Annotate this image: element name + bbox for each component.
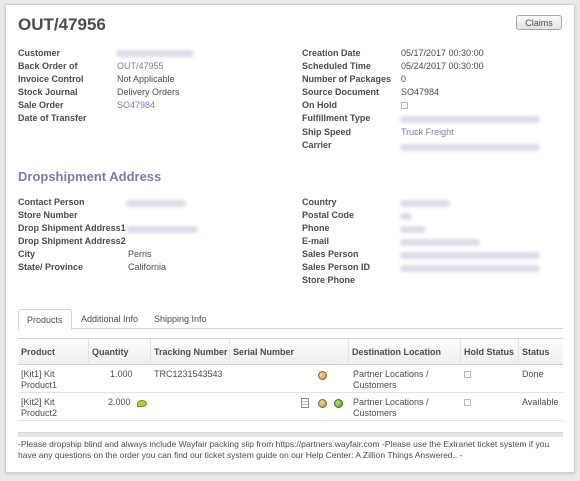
row-quantity: 2.000 [108, 397, 131, 407]
table-row[interactable]: [Kit2] Kit Product2 2.000 Partner Locati… [18, 394, 563, 421]
fulfillment-type-label: Fulfillment Type [302, 113, 371, 123]
country-value-redacted [400, 200, 450, 207]
address1-value-redacted [126, 226, 198, 233]
row-hold-checkbox[interactable] [464, 369, 471, 380]
city-value: Perris [128, 249, 152, 259]
back-order-link[interactable]: OUT/47955 [117, 61, 164, 71]
row-status: Done [522, 369, 544, 379]
back-order-label: Back Order of [18, 61, 78, 71]
row-tracking-number: TRC1231543543 [154, 369, 223, 379]
col-tracking-number[interactable]: Tracking Number [150, 339, 229, 365]
postal-code-value-redacted [400, 213, 412, 220]
sale-order-link[interactable]: SO47984 [117, 100, 155, 110]
lot-leaf-icon[interactable] [137, 399, 147, 410]
row-quantity: 1.000 [110, 369, 133, 379]
form-sheet: OUT/47956 Claims Customer Back Order of … [5, 4, 575, 473]
state-label: State/ Province [18, 262, 84, 272]
notes-divider [18, 432, 563, 437]
number-of-packages-label: Number of Packages [302, 74, 392, 84]
creation-date-label: Creation Date [302, 48, 361, 58]
row-product: [Kit1] Kit Product1 [21, 369, 58, 390]
col-product[interactable]: Product [18, 339, 88, 365]
notebook-tabs: Products Additional Info Shipping Info [18, 309, 563, 330]
tab-shipping-info[interactable]: Shipping Info [146, 309, 215, 330]
package-icon[interactable] [318, 399, 327, 411]
package-green-icon[interactable] [334, 399, 343, 411]
row-hold-checkbox[interactable] [464, 397, 471, 408]
col-destination-location[interactable]: Destination Location [348, 339, 460, 365]
order-notes: -Please dropship blind and always includ… [18, 439, 550, 460]
store-phone-label: Store Phone [302, 275, 356, 285]
sales-person-label: Sales Person [302, 249, 359, 259]
table-row[interactable]: [Kit1] Kit Product1 1.000 TRC1231543543 … [18, 366, 563, 393]
page-title: OUT/47956 [18, 15, 106, 34]
tab-additional-info[interactable]: Additional Info [73, 309, 146, 330]
fulfillment-type-value-redacted [400, 116, 540, 123]
document-icon[interactable] [301, 398, 309, 411]
row-destination: Partner Locations / Customers [353, 397, 429, 418]
store-number-label: Store Number [18, 210, 78, 220]
address2-label: Drop Shipment Address2 [18, 236, 126, 246]
creation-date-value: 05/17/2017 00:30:00 [401, 48, 484, 58]
on-hold-label: On Hold [302, 100, 337, 110]
sales-person-id-value-redacted [400, 265, 540, 272]
email-label: E-mail [302, 236, 330, 246]
scheduled-time-label: Scheduled Time [302, 61, 371, 71]
claims-button[interactable]: Claims [516, 15, 562, 30]
products-table: Product Quantity Tracking Number Serial … [18, 338, 563, 421]
source-document-value: SO47984 [401, 87, 440, 97]
source-document-label: Source Document [302, 87, 380, 97]
contact-person-value-redacted [126, 200, 186, 207]
table-header: Product Quantity Tracking Number Serial … [18, 339, 563, 365]
col-quantity[interactable]: Quantity [88, 339, 150, 365]
on-hold-checkbox[interactable] [401, 100, 408, 110]
date-of-transfer-label: Date of Transfer [18, 113, 87, 123]
customer-label: Customer [18, 48, 61, 58]
col-serial-number[interactable]: Serial Number [229, 339, 348, 365]
address1-label: Drop Shipment Address1 [18, 223, 126, 233]
carrier-label: Carrier [302, 140, 332, 150]
col-status[interactable]: Status [518, 339, 563, 365]
dropship-section-title: Dropshipment Address [18, 169, 162, 184]
package-icon[interactable] [318, 371, 327, 383]
invoice-control-label: Invoice Control [18, 74, 84, 84]
carrier-value-redacted [400, 144, 540, 151]
col-hold-status[interactable]: Hold Status [460, 339, 518, 365]
sale-order-label: Sale Order [18, 100, 64, 110]
sales-person-value-redacted [400, 252, 540, 259]
state-value: California [128, 262, 167, 272]
phone-value-redacted [400, 226, 426, 233]
ship-speed-label: Ship Speed [302, 127, 352, 137]
email-value-redacted [400, 239, 480, 246]
tab-products[interactable]: Products [18, 309, 72, 330]
phone-label: Phone [302, 223, 330, 233]
sales-person-id-label: Sales Person ID [302, 262, 371, 272]
customer-value-redacted [116, 50, 194, 57]
city-label: City [18, 249, 36, 259]
stock-journal-label: Stock Journal [18, 87, 78, 97]
postal-code-label: Postal Code [302, 210, 355, 220]
invoice-control-value: Not Applicable [117, 74, 175, 84]
scheduled-time-value: 05/24/2017 00:30:00 [401, 61, 484, 71]
row-product: [Kit2] Kit Product2 [21, 397, 58, 418]
row-status: Available [522, 397, 559, 407]
contact-person-label: Contact Person [18, 197, 85, 207]
country-label: Country [302, 197, 337, 207]
number-of-packages-value: 0 [401, 74, 407, 84]
row-destination: Partner Locations / Customers [353, 369, 429, 390]
stock-journal-value: Delivery Orders [117, 87, 180, 97]
ship-speed-link[interactable]: Truck Freight [401, 127, 454, 137]
